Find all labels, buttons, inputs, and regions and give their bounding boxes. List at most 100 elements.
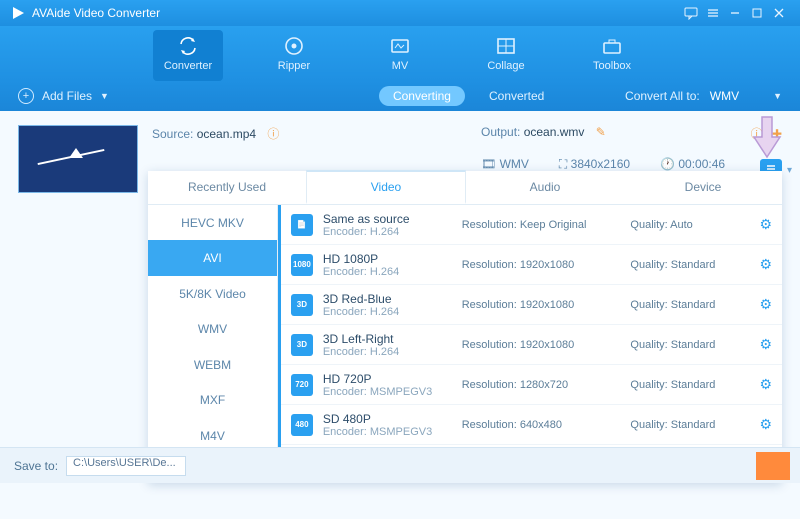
hint-arrow: [750, 115, 784, 159]
preset-icon: 3D: [291, 294, 313, 316]
toolbox-icon: [601, 34, 623, 58]
maximize-icon[interactable]: [746, 2, 768, 24]
add-files-label: Add Files: [42, 89, 92, 103]
nav-converter[interactable]: Converter: [153, 30, 223, 81]
nav-ripper[interactable]: Ripper: [259, 30, 329, 81]
save-to-label: Save to:: [14, 459, 58, 473]
bottom-bar: Save to: C:\Users\USER\De...: [0, 447, 800, 483]
preset-icon: 1080: [291, 254, 313, 276]
output-label: Output:: [481, 125, 520, 139]
nav-toolbox[interactable]: Toolbox: [577, 30, 647, 81]
panel-tab-recently[interactable]: Recently Used: [148, 171, 306, 204]
nav-label: Collage: [487, 60, 524, 72]
format-item[interactable]: HEVC MKV: [148, 205, 277, 240]
top-nav: Converter Ripper MV Collage Toolbox: [0, 26, 800, 81]
nav-label: Converter: [164, 60, 212, 72]
preset-icon: 720: [291, 374, 313, 396]
preset-encoder: Encoder: H.264: [323, 226, 452, 238]
gear-icon[interactable]: ⚙: [759, 256, 772, 273]
minimize-icon[interactable]: [724, 2, 746, 24]
preset-row[interactable]: 480 SD 480PEncoder: MSMPEGV3 Resolution: 6…: [281, 405, 782, 445]
preset-row[interactable]: 📄 Same as sourceEncoder: H.264 Resolution:…: [281, 205, 782, 245]
format-item[interactable]: AVI: [148, 240, 277, 275]
gear-icon[interactable]: ⚙: [759, 376, 772, 393]
video-thumbnail[interactable]: [18, 125, 138, 193]
nav-label: Toolbox: [593, 60, 631, 72]
edit-icon[interactable]: ✎: [596, 125, 606, 139]
preset-list: 📄Same as sourceEncoder: H.264Resolution:…: [278, 205, 782, 483]
convert-all-label: Convert All to:: [625, 89, 700, 103]
nav-label: Ripper: [278, 60, 310, 72]
preset-row[interactable]: 1080HD 1080PEncoder: H.264Resolution: 19…: [281, 245, 782, 285]
feedback-icon[interactable]: [680, 2, 702, 24]
preset-name: Same as source: [323, 212, 452, 226]
chevron-down-icon[interactable]: ▼: [773, 91, 782, 101]
preset-quality: Quality: Standard: [630, 419, 749, 431]
format-item[interactable]: MXF: [148, 382, 277, 417]
info-icon[interactable]: ⓘ: [267, 125, 279, 142]
format-item[interactable]: 5K/8K Video: [148, 276, 277, 311]
out-format: WMV: [500, 157, 529, 171]
menu-icon[interactable]: [702, 2, 724, 24]
preset-name: SD 480P: [323, 412, 452, 426]
convert-all-value[interactable]: WMV: [710, 89, 739, 103]
gear-icon[interactable]: ⚙: [759, 216, 772, 233]
play-logo-icon: [10, 5, 26, 21]
chevron-down-icon[interactable]: ▾: [787, 165, 792, 176]
preset-resolution: Resolution: 1920x1080: [462, 339, 621, 351]
out-res: 3840x2160: [571, 157, 630, 171]
preset-quality: Quality: Standard: [630, 259, 749, 271]
format-list: HEVC MKV AVI 5K/8K Video WMV WEBM MXF M4…: [148, 205, 278, 483]
collage-icon: [495, 34, 517, 58]
content-area: Source: ocean.mp4 ⓘ Output: ocean.wmv ✎ …: [0, 111, 800, 483]
preset-quality: Quality: Standard: [630, 299, 749, 311]
add-files-button[interactable]: + Add Files ▼: [18, 88, 109, 104]
gear-icon[interactable]: ⚙: [759, 336, 772, 353]
tab-converting[interactable]: Converting: [379, 86, 465, 106]
sub-toolbar: + Add Files ▼ Converting Converted Conve…: [0, 81, 800, 111]
close-icon[interactable]: [768, 2, 790, 24]
out-dur: 00:00:46: [678, 157, 725, 171]
preset-resolution: Resolution: Keep Original: [462, 219, 621, 231]
format-item[interactable]: WEBM: [148, 347, 277, 382]
preset-encoder: Encoder: H.264: [323, 346, 452, 358]
preset-row[interactable]: 720HD 720PEncoder: MSMPEGV3Resolution: 1…: [281, 365, 782, 405]
mv-icon: [389, 34, 411, 58]
preset-row[interactable]: 3D 3D Left-RightEncoder: H.264 Resolution:…: [281, 325, 782, 365]
preset-resolution: Resolution: 640x480: [462, 419, 621, 431]
app-logo: AVAide Video Converter: [10, 5, 160, 21]
ripper-icon: [283, 34, 305, 58]
preset-name: HD 720P: [323, 372, 452, 386]
preset-name: HD 1080P: [323, 252, 452, 266]
preset-resolution: Resolution: 1920x1080: [462, 259, 621, 271]
tab-converted[interactable]: Converted: [489, 89, 544, 103]
panel-tab-audio[interactable]: Audio: [466, 171, 624, 204]
preset-quality: Quality: Standard: [630, 339, 749, 351]
preset-icon: 3D: [291, 334, 313, 356]
source-label: Source:: [152, 127, 193, 141]
title-bar: AVAide Video Converter: [0, 0, 800, 26]
format-item[interactable]: WMV: [148, 311, 277, 346]
panel-tab-video[interactable]: Video: [306, 170, 466, 204]
save-path-input[interactable]: C:\Users\USER\De...: [66, 456, 186, 476]
clock-icon: 🕐: [660, 157, 675, 171]
preset-name: 3D Red-Blue: [323, 292, 452, 306]
preset-row[interactable]: 3D3D Red-BlueEncoder: H.264Resolution: 1…: [281, 285, 782, 325]
gear-icon[interactable]: ⚙: [759, 296, 772, 313]
resolution-icon: ⛶: [559, 157, 567, 171]
preset-icon: 480: [291, 414, 313, 436]
panel-tabs: Recently Used Video Audio Device: [148, 171, 782, 205]
preset-resolution: Resolution: 1280x720: [462, 379, 621, 391]
gear-icon[interactable]: ⚙: [759, 416, 772, 433]
preset-quality: Quality: Standard: [630, 379, 749, 391]
preset-name: 3D Left-Right: [323, 332, 452, 346]
panel-tab-device[interactable]: Device: [624, 171, 782, 204]
nav-label: MV: [392, 60, 409, 72]
converter-icon: [177, 34, 199, 58]
nav-mv[interactable]: MV: [365, 30, 435, 81]
nav-collage[interactable]: Collage: [471, 30, 541, 81]
convert-button[interactable]: [756, 452, 790, 480]
source-value: ocean.mp4: [197, 127, 256, 141]
preset-icon: 📄: [291, 214, 313, 236]
preset-encoder: Encoder: MSMPEGV3: [323, 426, 452, 438]
